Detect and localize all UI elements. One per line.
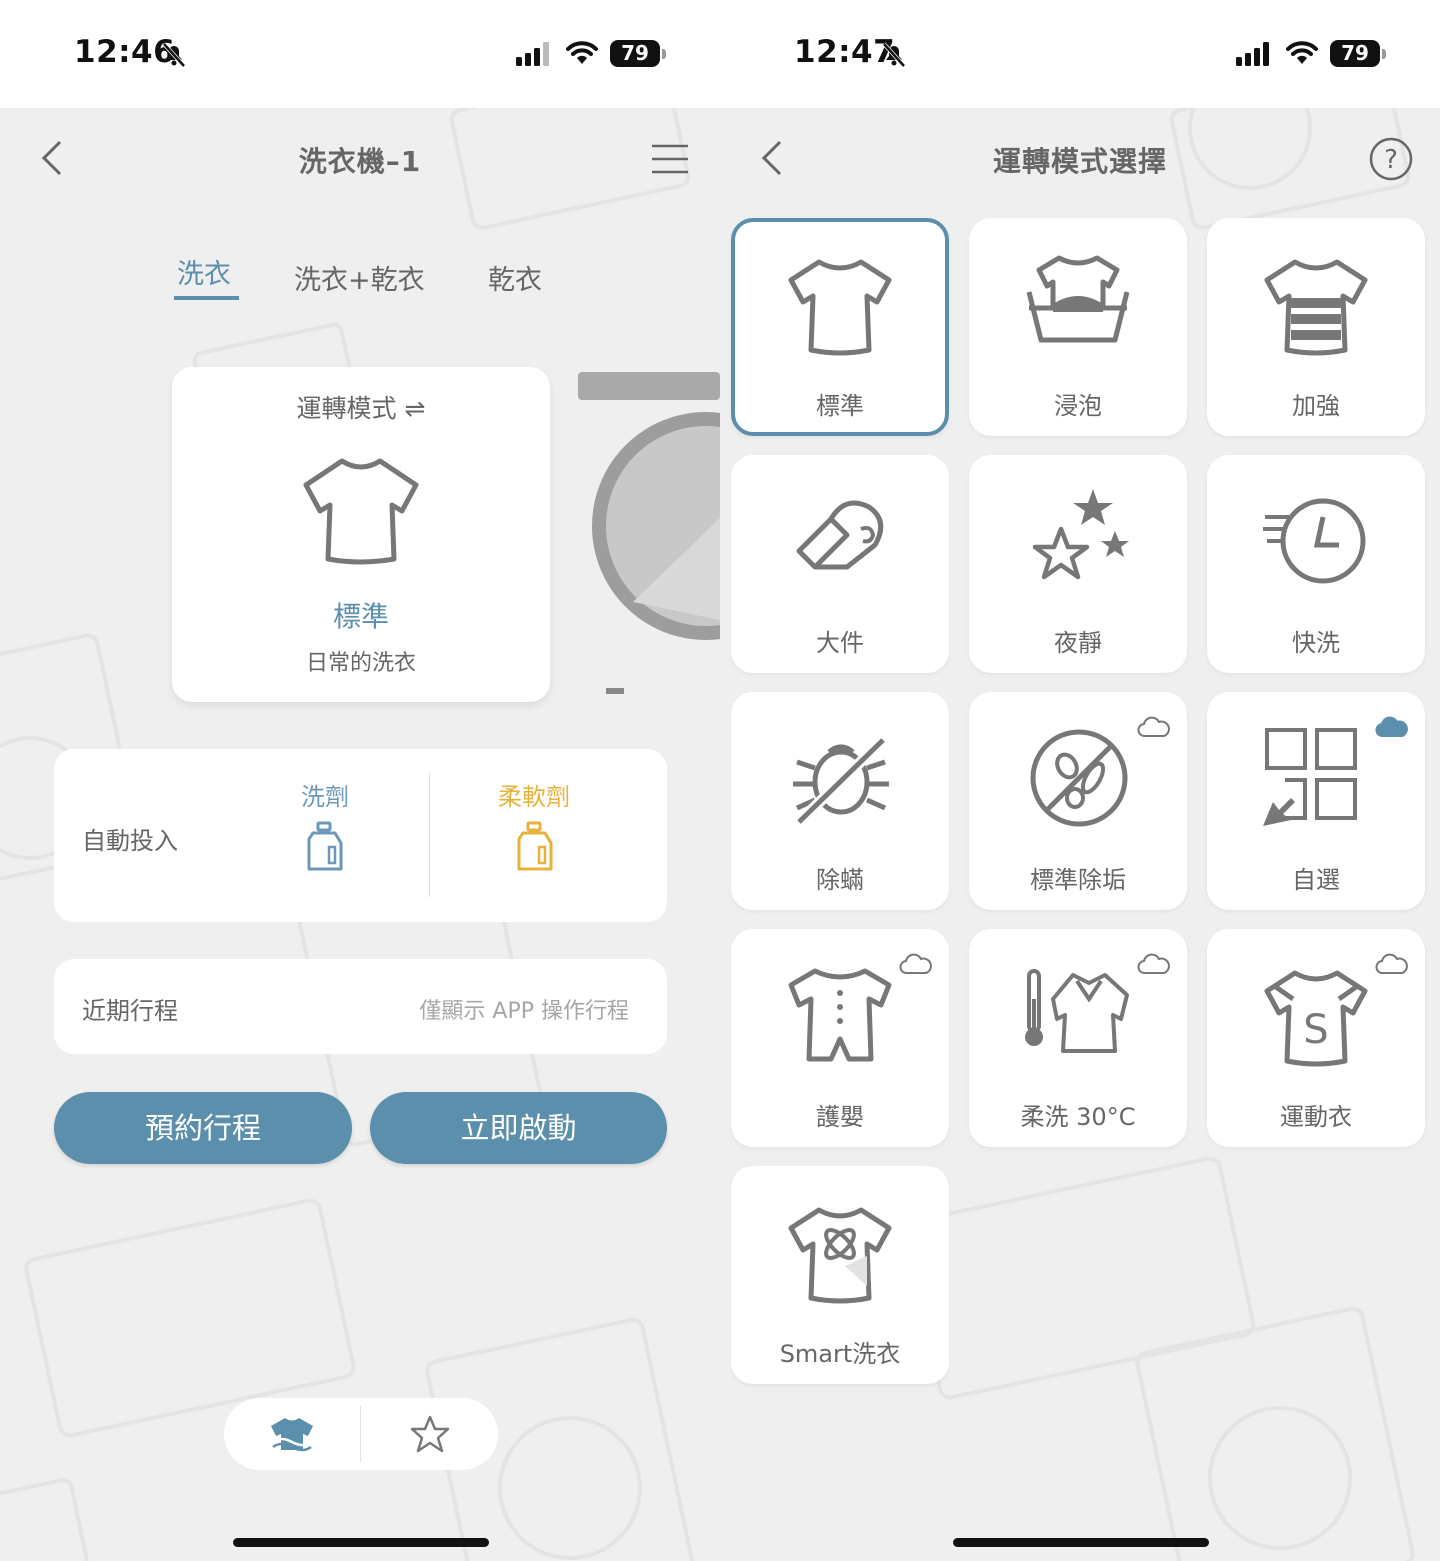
mode-tile[interactable]: 快洗 (1207, 455, 1425, 673)
mode-tile[interactable]: 夜靜 (969, 455, 1187, 673)
detergent-label: 洗劑 (301, 783, 349, 811)
status-bar: 12:47 79 (720, 0, 1440, 108)
mode-tile[interactable]: 標準 (731, 218, 949, 436)
home-indicator (233, 1538, 489, 1547)
help-question-icon[interactable]: ? (1368, 136, 1414, 182)
cloud-icon (1375, 716, 1408, 737)
mode-tile[interactable]: 大件 (731, 455, 949, 673)
bottom-tab-bar (224, 1398, 498, 1470)
softener-bottle-icon[interactable] (515, 821, 555, 873)
mode-tile[interactable]: 加強 (1207, 218, 1425, 436)
fast-clock-icon (1263, 498, 1366, 584)
heavy-shirt-icon (1264, 259, 1368, 356)
status-bar: 12:46 79 (0, 0, 720, 108)
bell-muted-icon (162, 42, 186, 68)
mode-tile-label: 標準 (816, 392, 864, 420)
operation-mode-card[interactable]: 運轉模式 ⇌ 標準 日常的洗衣 (172, 367, 550, 702)
auto-dispense-label: 自動投入 (82, 827, 178, 855)
no-mite-icon (793, 736, 889, 826)
recent-schedule-card[interactable]: 近期行程 僅顯示 APP 操作行程 (54, 959, 667, 1054)
custom-grid-icon (1263, 728, 1357, 826)
mode-tile-label: 夜靜 (1054, 629, 1102, 657)
tab-wash-dry[interactable]: 洗衣+乾衣 (294, 258, 425, 297)
detergent-bottle-icon[interactable] (305, 821, 345, 873)
recent-schedule-label: 近期行程 (82, 997, 178, 1025)
mode-tile-label: 快洗 (1292, 629, 1340, 657)
shirt-icon (788, 259, 892, 356)
mode-tile[interactable]: 標準除垢 (969, 692, 1187, 910)
tab-wash[interactable]: 洗衣 (177, 252, 231, 291)
recent-schedule-hint: 僅顯示 APP 操作行程 (419, 999, 629, 1024)
mode-tile-label: 柔洗 30°C (1020, 1103, 1136, 1131)
mode-tile-label: 浸泡 (1054, 392, 1102, 420)
mode-tile-label: Smart洗衣 (779, 1340, 901, 1368)
wifi-icon (1286, 41, 1318, 64)
mode-tile[interactable]: S 運動衣 (1207, 929, 1425, 1147)
germ-icon (1030, 729, 1128, 827)
mode-tile-label: 加強 (1292, 392, 1340, 420)
mode-description: 日常的洗衣 (305, 651, 416, 676)
mode-tile-label: 護嬰 (816, 1103, 864, 1131)
start-now-button[interactable]: 立即啟動 (370, 1092, 667, 1164)
cloud-icon (1137, 716, 1170, 737)
mode-select-screen: 12:47 79 運轉模式選擇 ? 標準 浸泡 加強大件 夜靜 快洗除蟎 標準除垢 自選護嬰… (720, 0, 1440, 1561)
back-chevron-icon[interactable] (758, 138, 786, 178)
mode-tile[interactable]: 除蟎 (731, 692, 949, 910)
mode-name: 標準 (332, 600, 389, 633)
mode-tile-label: 標準除垢 (1030, 866, 1126, 894)
washer-shirt-tab-icon[interactable] (269, 1414, 315, 1456)
menu-icon[interactable] (650, 142, 690, 176)
thermometer-shirt-icon (1025, 969, 1129, 1053)
battery-indicator: 79 (1330, 40, 1386, 67)
mode-tile-label: 運動衣 (1280, 1103, 1352, 1131)
towel-roll-icon (796, 500, 884, 570)
cloud-icon (1375, 953, 1408, 974)
tab-dry[interactable]: 乾衣 (488, 258, 542, 297)
cellular-signal-icon (516, 42, 549, 66)
page-title: 洗衣機–1 (298, 145, 422, 178)
cloud-icon (899, 953, 932, 974)
active-tab-indicator (174, 296, 239, 300)
washer-home-screen: 12:46 79 洗衣機–1 洗衣 洗衣+乾衣 乾衣 運轉模式 ⇌ 標準 日常的… (0, 0, 720, 1561)
mode-tile-label: 除蟎 (816, 866, 864, 894)
tab-bar-divider (360, 1406, 361, 1462)
schedule-button[interactable]: 預約行程 (54, 1092, 352, 1164)
dispense-divider (429, 773, 430, 897)
cloud-icon (1137, 953, 1170, 974)
baby-romper-icon (788, 968, 892, 1062)
sport-shirt-icon: S (1264, 970, 1368, 1067)
soak-icon (1026, 255, 1130, 343)
battery-indicator: 79 (610, 40, 666, 67)
star-favorite-icon[interactable] (410, 1414, 450, 1454)
mode-tile[interactable]: 浸泡 (969, 218, 1187, 436)
mode-tile-label: 自選 (1292, 866, 1340, 894)
auto-dispense-card: 自動投入 洗劑 柔軟劑 (54, 749, 667, 922)
operation-mode-label: 運轉模式 ⇌ (296, 394, 426, 423)
mode-tile[interactable]: 護嬰 (731, 929, 949, 1147)
page-title: 運轉模式選擇 (992, 145, 1167, 178)
wifi-icon (566, 41, 598, 64)
svg-text:?: ? (1384, 145, 1398, 175)
svg-text:S: S (1303, 1007, 1328, 1053)
cellular-signal-icon (1236, 42, 1269, 66)
mode-tile[interactable]: Smart洗衣 (731, 1166, 949, 1384)
mode-tile[interactable]: 柔洗 30°C (969, 929, 1187, 1147)
mode-tile[interactable]: 自選 (1207, 692, 1425, 910)
home-indicator (953, 1538, 1209, 1547)
stars-icon (1032, 489, 1129, 580)
mode-tile-label: 大件 (816, 629, 864, 657)
softener-label: 柔軟劑 (498, 783, 570, 811)
shirt-icon (303, 458, 419, 565)
bell-muted-icon (882, 42, 906, 68)
back-chevron-icon[interactable] (38, 138, 66, 178)
washer-door-illustration (578, 372, 720, 694)
smart-shirt-icon (788, 1207, 892, 1304)
